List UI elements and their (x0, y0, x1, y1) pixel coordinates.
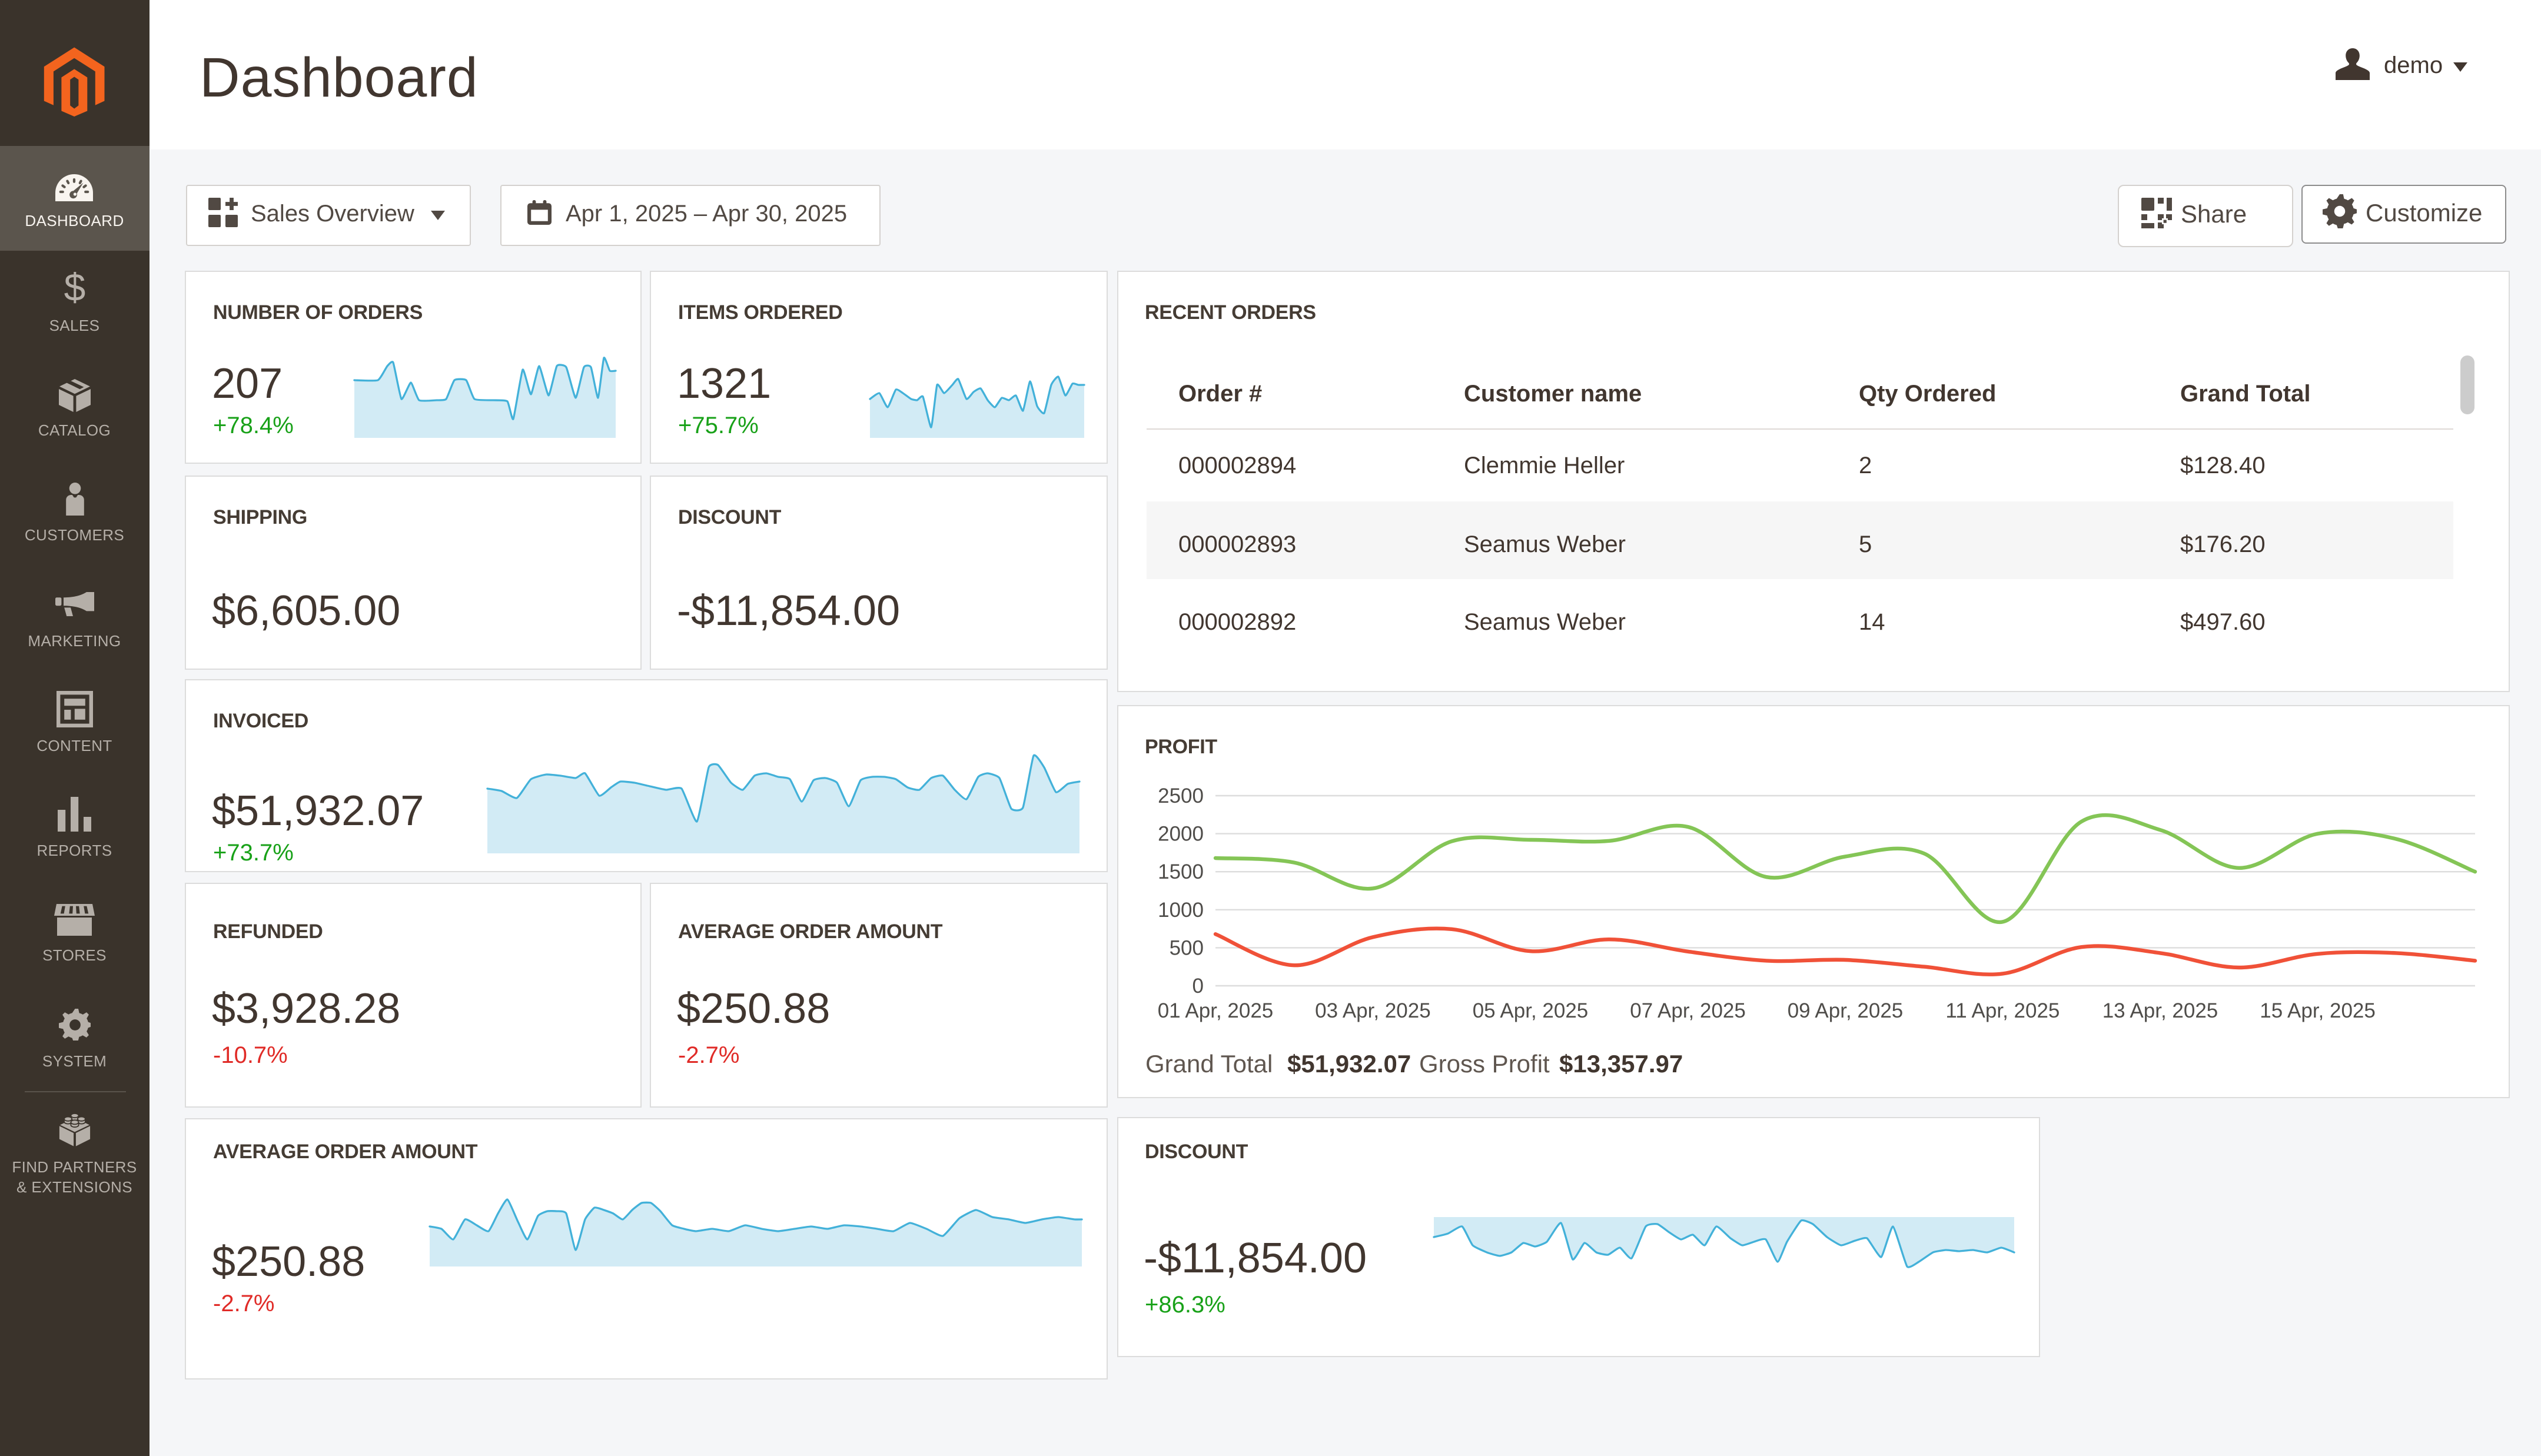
svg-text:03 Apr, 2025: 03 Apr, 2025 (1314, 999, 1430, 1022)
svg-text:05 Apr, 2025: 05 Apr, 2025 (1472, 999, 1588, 1022)
svg-text:07 Apr, 2025: 07 Apr, 2025 (1629, 999, 1745, 1022)
svg-text:13 Apr, 2025: 13 Apr, 2025 (2102, 999, 2218, 1022)
svg-text:1500: 1500 (1157, 860, 1203, 883)
svg-text:$: $ (64, 271, 85, 308)
svg-text:1000: 1000 (1157, 899, 1203, 922)
svg-text:01 Apr, 2025: 01 Apr, 2025 (1157, 999, 1273, 1022)
svg-text:0: 0 (1192, 975, 1203, 998)
svg-text:15 Apr, 2025: 15 Apr, 2025 (2259, 999, 2375, 1022)
svg-text:11 Apr, 2025: 11 Apr, 2025 (1945, 999, 2059, 1022)
svg-text:500: 500 (1169, 936, 1203, 959)
svg-text:09 Apr, 2025: 09 Apr, 2025 (1787, 999, 1903, 1022)
svg-text:2000: 2000 (1157, 823, 1203, 846)
svg-text:2500: 2500 (1157, 784, 1203, 807)
